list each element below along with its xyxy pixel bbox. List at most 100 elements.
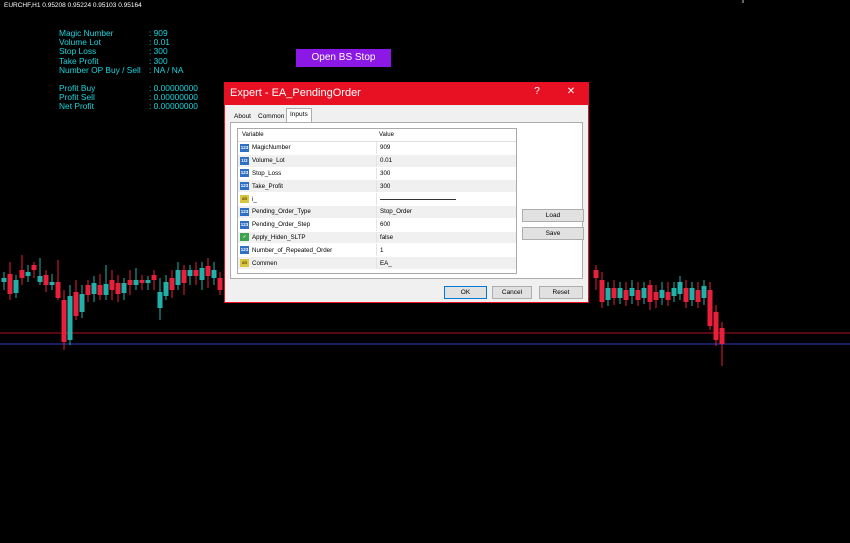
candle-body (187, 270, 193, 276)
candle-body (67, 296, 73, 340)
candle-body (689, 288, 695, 300)
param-value[interactable]: false (376, 231, 516, 244)
candle-body (31, 265, 37, 270)
candle-body (7, 274, 13, 294)
param-name: Number_of_Repeated_Order (252, 246, 333, 254)
candle-body (175, 270, 181, 285)
param-value[interactable]: 1 (376, 244, 516, 257)
tab-inputs[interactable]: Inputs (286, 108, 312, 122)
candle-body (599, 280, 605, 302)
param-name: Volume_Lot (252, 157, 285, 165)
param-value[interactable]: 0.01 (376, 154, 516, 167)
candle-body (211, 270, 217, 278)
candle-body (121, 283, 127, 293)
candle-body (671, 288, 677, 296)
param-row[interactable]: 123 MagicNumber 909 (238, 142, 516, 155)
number-param-icon: 123 (240, 182, 249, 191)
candle-body (79, 294, 85, 312)
param-name: Apply_Hiden_SLTP (252, 233, 306, 241)
candle-body (49, 282, 55, 285)
candle-body (43, 275, 49, 285)
candle-body (647, 285, 653, 302)
param-name: Take_Profit (252, 182, 283, 190)
column-header-variable[interactable]: Variable (238, 129, 376, 141)
param-value[interactable]: EA_ (376, 257, 516, 269)
candle-body (25, 272, 31, 276)
param-value[interactable]: 600 (376, 218, 516, 231)
param-row[interactable]: 123 Stop_Loss 300 (238, 167, 516, 181)
param-value[interactable]: 300 (376, 167, 516, 180)
open-bs-stop-button[interactable]: Open BS Stop (296, 49, 391, 67)
number-param-icon: 123 (240, 220, 249, 229)
cancel-button[interactable]: Cancel (492, 286, 532, 299)
candle-body (701, 286, 707, 298)
candle-body (55, 282, 61, 298)
param-row[interactable]: 123 Number_of_Repeated_Order 1 (238, 244, 516, 258)
candle-body (139, 280, 145, 283)
param-row[interactable]: 123 Take_Profit 300 (238, 180, 516, 194)
candle-body (157, 292, 163, 308)
param-row[interactable]: 123 Pending_Order_Type Stop_Order (238, 205, 516, 219)
candle-body (683, 288, 689, 302)
candle-body (19, 270, 25, 278)
param-row[interactable]: ab Commen EA_ (238, 257, 516, 270)
candle-body (659, 290, 665, 298)
candle-body (169, 278, 175, 290)
candle-body (677, 282, 683, 294)
candle-body (719, 328, 725, 344)
param-value[interactable] (376, 193, 516, 205)
param-name: Commen (252, 259, 278, 267)
candle-body (629, 288, 635, 296)
candle-body (695, 290, 701, 302)
string-param-icon: ab (240, 259, 249, 268)
ok-button[interactable]: OK (444, 286, 487, 299)
candle-body (115, 283, 121, 294)
candle-body (85, 285, 91, 295)
info-row-net-profit: Net Profit: 0.00000000 (59, 101, 198, 112)
candle-body (193, 270, 199, 276)
param-row[interactable]: 123 Pending_Order_Step 600 (238, 218, 516, 232)
help-icon[interactable]: ? (530, 86, 544, 97)
param-row[interactable]: 1/2 Volume_Lot 0.01 (238, 154, 516, 168)
param-value[interactable]: 909 (376, 142, 516, 154)
number-param-icon: 1/2 (240, 156, 249, 165)
candle-body (665, 292, 671, 300)
candle-body (163, 282, 169, 296)
number-param-icon: 123 (240, 143, 249, 152)
save-button[interactable]: Save (522, 227, 584, 240)
dialog-titlebar[interactable]: Expert - EA_PendingOrder ? ✕ (225, 83, 588, 105)
ea-info-panel: Magic Number: 909 Volume Lot: 0.01 Stop … (59, 28, 198, 112)
param-row[interactable]: ab i_ (238, 193, 516, 206)
candle-body (641, 288, 647, 298)
candle-body (611, 288, 617, 298)
candle-body (623, 290, 629, 300)
candle-body (605, 288, 611, 300)
candle-body (181, 270, 187, 283)
candle-body (199, 268, 205, 280)
candle-body (109, 280, 115, 290)
number-param-icon: 123 (240, 207, 249, 216)
reset-button[interactable]: Reset (539, 286, 583, 299)
candle-body (13, 280, 19, 293)
param-value[interactable]: 300 (376, 180, 516, 193)
candle-body (103, 284, 109, 295)
candle-body (713, 312, 719, 340)
candle-body (127, 280, 133, 285)
param-name: MagicNumber (252, 144, 291, 152)
param-value[interactable]: Stop_Order (376, 205, 516, 218)
candle-body (635, 290, 641, 300)
close-icon[interactable]: ✕ (564, 86, 578, 97)
dialog-title: Expert - EA_PendingOrder (230, 87, 361, 99)
bool-param-icon: ✓ (240, 233, 249, 242)
number-param-icon: 123 (240, 169, 249, 178)
column-header-value[interactable]: Value (376, 129, 394, 141)
separator-line (380, 198, 456, 200)
info-row-number-op: Number OP Buy / Sell: NA / NA (59, 64, 184, 75)
load-button[interactable]: Load (522, 209, 584, 222)
inputs-panel: Variable Value 123 MagicNumber 909 1/2 Volum… (230, 122, 584, 279)
inputs-grid[interactable]: Variable Value 123 MagicNumber 909 1/2 Volum… (237, 128, 517, 274)
param-row[interactable]: ✓ Apply_Hiden_SLTP false (238, 231, 516, 245)
candle-body (205, 266, 211, 276)
candle-body (145, 280, 151, 283)
candle-body (617, 288, 623, 298)
